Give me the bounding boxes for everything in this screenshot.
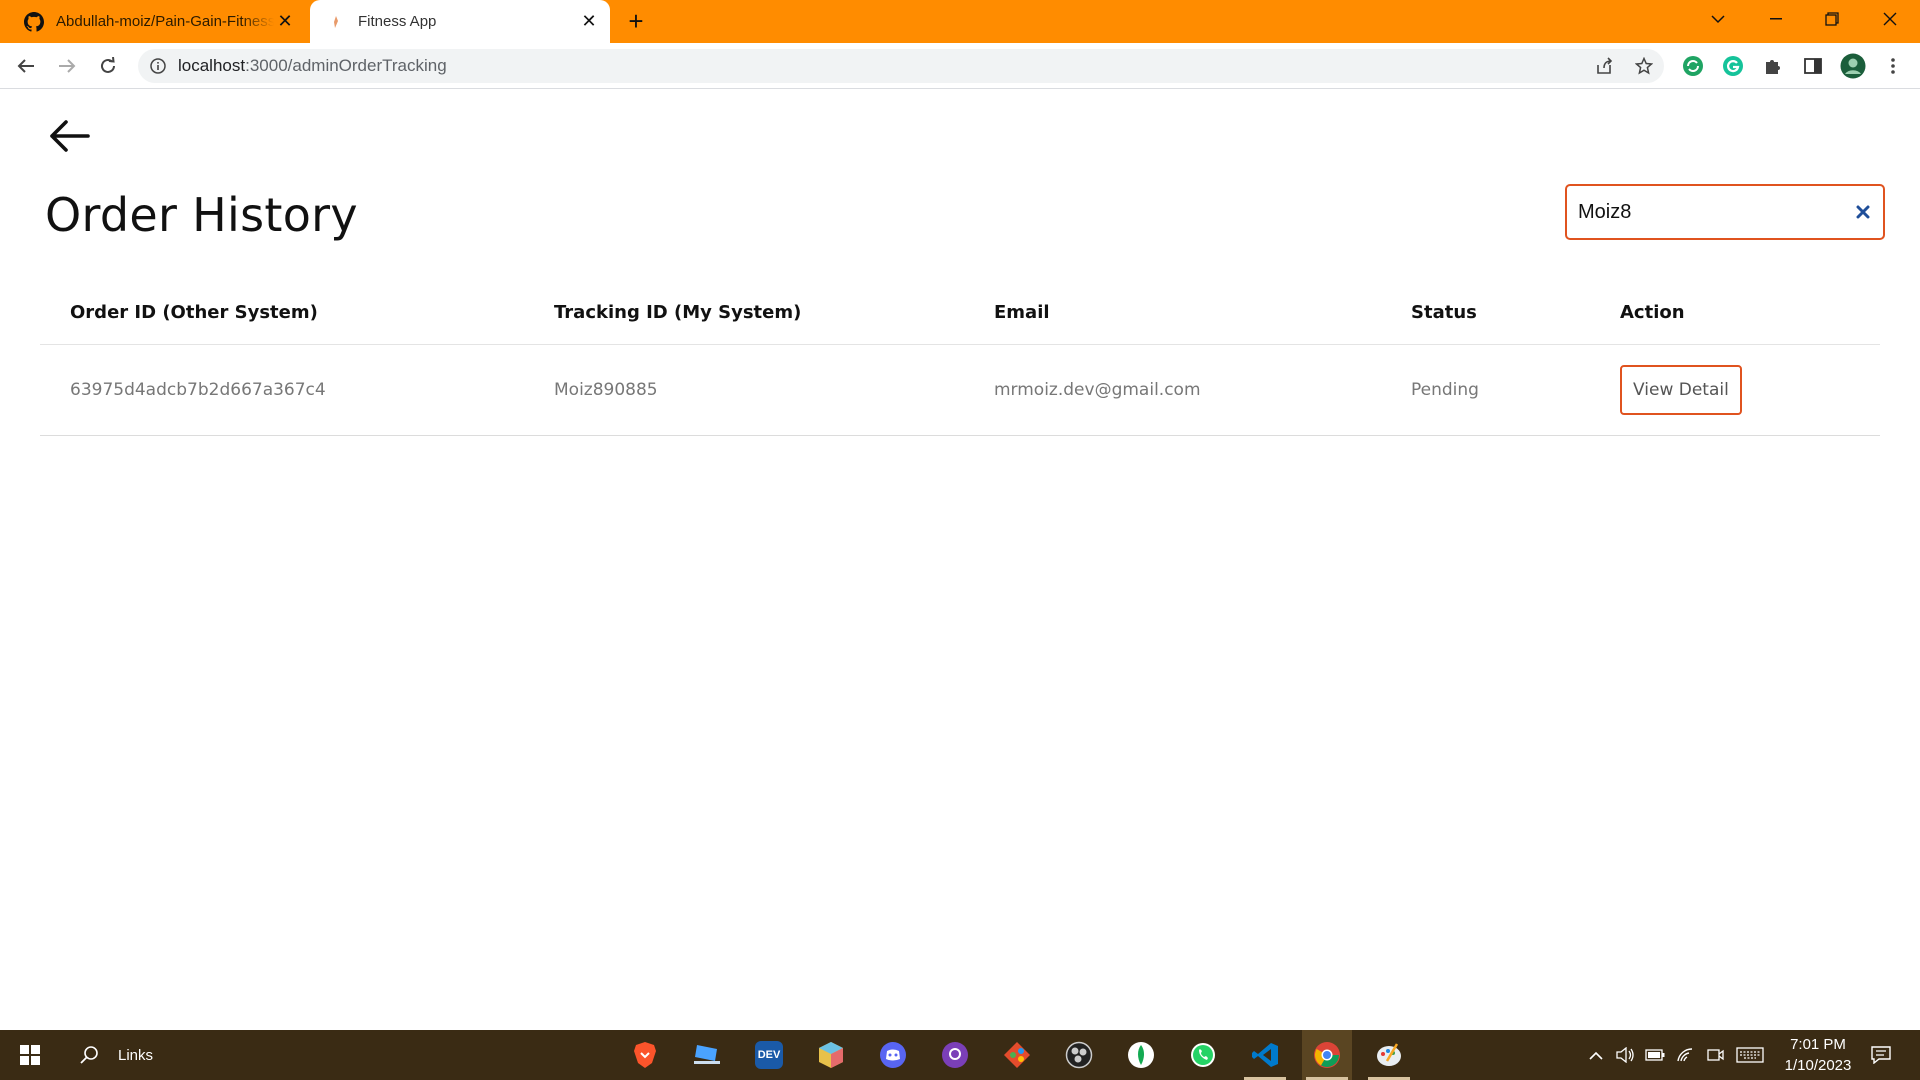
- taskbar-clock[interactable]: 7:01 PM 1/10/2023: [1768, 1034, 1868, 1076]
- tab-fitness-app[interactable]: Fitness App ✕: [310, 0, 610, 43]
- brave-icon[interactable]: [620, 1030, 670, 1080]
- github-icon: [24, 11, 44, 32]
- reload-icon[interactable]: [92, 50, 124, 82]
- page-title: Order History: [45, 188, 358, 242]
- header-tracking-id: Tracking ID (My System): [554, 301, 802, 323]
- grammarly-icon[interactable]: [1719, 52, 1747, 80]
- app-favicon: [326, 12, 346, 32]
- whatsapp-icon[interactable]: [1178, 1030, 1228, 1080]
- mongodb-icon[interactable]: [1116, 1030, 1166, 1080]
- windows-taskbar: Links DEV 7:01 PM 1/10/2023: [0, 1030, 1920, 1080]
- status-cell: Pending: [1411, 380, 1479, 400]
- url-path: :3000/adminOrderTracking: [245, 56, 447, 75]
- address-bar[interactable]: localhost:3000/adminOrderTracking: [138, 49, 1664, 83]
- battery-icon[interactable]: [1640, 1049, 1670, 1061]
- browser-tab-strip: Abdullah-moiz/Pain-Gain-Fitness ✕ Fitnes…: [0, 0, 1920, 43]
- volume-icon[interactable]: [1610, 1047, 1640, 1063]
- order-table: Order ID (Other System) Tracking ID (My …: [40, 280, 1880, 436]
- extension-refresh-icon[interactable]: [1679, 52, 1707, 80]
- github-desktop-icon[interactable]: [930, 1030, 980, 1080]
- email-cell: mrmoiz.dev@gmail.com: [994, 380, 1201, 400]
- tracking-id-cell: Moiz890885: [554, 380, 658, 400]
- browser-menu-icon[interactable]: [1879, 52, 1907, 80]
- extensions-puzzle-icon[interactable]: [1759, 52, 1787, 80]
- tab-github-repo[interactable]: Abdullah-moiz/Pain-Gain-Fitness ✕: [10, 0, 306, 43]
- bookmark-star-icon[interactable]: [1624, 57, 1664, 75]
- search-box: [1565, 184, 1885, 240]
- close-window-icon[interactable]: [1868, 0, 1912, 38]
- tab-search-icon[interactable]: [1696, 0, 1740, 38]
- tab-title: Fitness App: [358, 13, 437, 30]
- site-info-icon[interactable]: [138, 58, 178, 74]
- search-icon[interactable]: [70, 1030, 110, 1080]
- back-arrow-icon[interactable]: [46, 116, 94, 156]
- order-id-cell: 63975d4adcb7b2d667a367c4: [70, 380, 326, 400]
- devcx-icon[interactable]: DEV: [744, 1030, 794, 1080]
- wifi-icon[interactable]: [1670, 1047, 1700, 1063]
- browser-toolbar: localhost:3000/adminOrderTracking: [0, 43, 1920, 89]
- clear-search-icon[interactable]: [1843, 205, 1883, 219]
- tab-title: Abdullah-moiz/Pain-Gain-Fitness: [56, 13, 274, 30]
- cube-icon[interactable]: [806, 1030, 856, 1080]
- meet-now-icon[interactable]: [1700, 1047, 1730, 1063]
- header-status: Status: [1411, 301, 1477, 323]
- page-content: Order History Order ID (Other System) Tr…: [0, 90, 1920, 1030]
- vscode-icon[interactable]: [1240, 1030, 1290, 1080]
- header-email: Email: [994, 301, 1050, 323]
- laptop-icon[interactable]: [682, 1030, 732, 1080]
- url-text: localhost:3000/adminOrderTracking: [178, 56, 447, 76]
- header-action: Action: [1620, 301, 1685, 323]
- action-cell: View Detail: [1620, 365, 1742, 415]
- url-host: localhost: [178, 56, 246, 75]
- restore-icon[interactable]: [1810, 0, 1854, 38]
- chevron-up-icon[interactable]: [1582, 1051, 1610, 1060]
- table-row: 63975d4adcb7b2d667a367c4 Moiz890885 mrmo…: [40, 345, 1880, 436]
- notification-icon[interactable]: [1862, 1030, 1900, 1080]
- search-input[interactable]: [1567, 186, 1843, 238]
- git-icon[interactable]: [992, 1030, 1042, 1080]
- clock-time: 7:01 PM: [1790, 1036, 1846, 1053]
- windows-start-icon[interactable]: [0, 1030, 60, 1080]
- taskbar-search-label[interactable]: Links: [118, 1030, 178, 1080]
- paint-icon[interactable]: [1364, 1030, 1414, 1080]
- tab-close-icon[interactable]: ✕: [274, 11, 296, 33]
- keyboard-icon[interactable]: [1730, 1047, 1770, 1063]
- header-order-id: Order ID (Other System): [70, 301, 318, 323]
- minimize-icon[interactable]: [1754, 0, 1798, 38]
- clock-date: 1/10/2023: [1784, 1057, 1852, 1074]
- discord-icon[interactable]: [868, 1030, 918, 1080]
- obs-icon[interactable]: [1054, 1030, 1104, 1080]
- forward-icon[interactable]: [51, 50, 83, 82]
- tab-close-icon[interactable]: ✕: [578, 11, 600, 33]
- profile-avatar[interactable]: [1839, 52, 1867, 80]
- new-tab-button[interactable]: +: [622, 7, 650, 35]
- side-panel-icon[interactable]: [1799, 52, 1827, 80]
- devcx-label: DEV: [755, 1041, 783, 1069]
- share-icon[interactable]: [1584, 57, 1624, 75]
- system-tray: [1582, 1030, 1770, 1080]
- back-icon[interactable]: [10, 50, 42, 82]
- view-detail-button[interactable]: View Detail: [1620, 365, 1742, 415]
- table-header: Order ID (Other System) Tracking ID (My …: [40, 280, 1880, 345]
- chrome-icon[interactable]: [1302, 1030, 1352, 1080]
